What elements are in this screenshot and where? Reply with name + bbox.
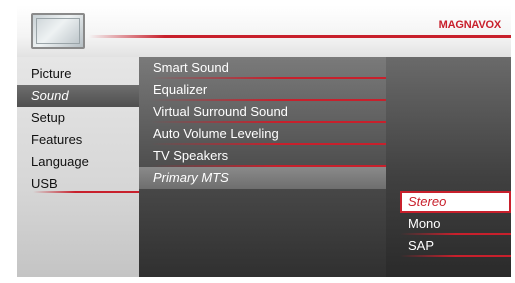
mts-option-label: SAP (408, 238, 435, 253)
main-menu-divider (33, 191, 139, 193)
tv-icon (31, 13, 85, 49)
main-menu-item-picture[interactable]: Picture (17, 63, 139, 85)
menu-header: MAGNAVOX (17, 5, 511, 57)
mts-options-menu: Stereo Mono SAP (386, 57, 511, 277)
sound-item-label: Primary MTS (153, 170, 229, 185)
sound-item-equalizer[interactable]: Equalizer (139, 79, 386, 101)
tv-menu-screen: MAGNAVOX Picture Sound Setup Features La… (17, 5, 511, 277)
sound-item-virtual-surround[interactable]: Virtual Surround Sound (139, 101, 386, 123)
sound-item-auto-volume-leveling[interactable]: Auto Volume Leveling (139, 123, 386, 145)
main-menu-item-features[interactable]: Features (17, 129, 139, 151)
sound-item-label: TV Speakers (153, 148, 229, 163)
sound-item-label: Equalizer (153, 82, 208, 97)
sound-item-label: Virtual Surround Sound (153, 104, 288, 119)
mts-option-mono[interactable]: Mono (400, 213, 511, 235)
main-menu: Picture Sound Setup Features Language US… (17, 57, 139, 277)
sound-submenu: Smart Sound Equalizer Virtual Surround S… (139, 57, 386, 277)
sound-item-label: Smart Sound (153, 60, 229, 75)
header-divider (89, 35, 511, 38)
sound-item-tv-speakers[interactable]: TV Speakers (139, 145, 386, 167)
brand-logo: MAGNAVOX (438, 19, 502, 31)
item-divider (400, 255, 511, 257)
mts-option-sap[interactable]: SAP (400, 235, 511, 257)
mts-option-label: Mono (408, 216, 441, 231)
main-menu-item-language[interactable]: Language (17, 151, 139, 173)
sound-item-smart-sound[interactable]: Smart Sound (139, 57, 386, 79)
main-menu-item-setup[interactable]: Setup (17, 107, 139, 129)
sound-item-primary-mts[interactable]: Primary MTS (139, 167, 386, 189)
sound-item-label: Auto Volume Leveling (153, 126, 279, 141)
mts-option-stereo[interactable]: Stereo (400, 191, 511, 213)
main-menu-item-sound[interactable]: Sound (17, 85, 139, 107)
